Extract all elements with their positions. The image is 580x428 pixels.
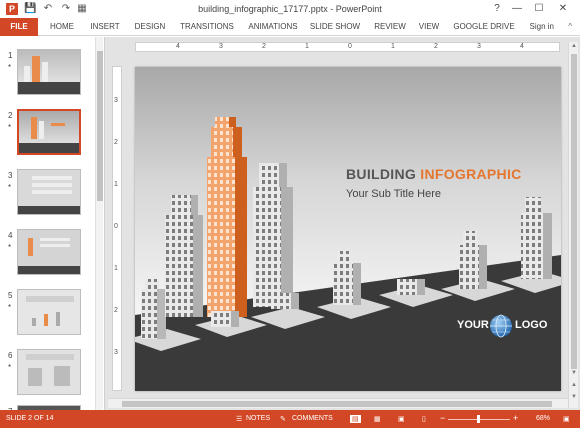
slide-title-main: BUILDING [346, 166, 421, 182]
help-button[interactable]: ? [488, 2, 506, 16]
thumb-number: 1 [8, 51, 13, 60]
ruler-label: 3 [114, 349, 118, 356]
slide-sorter-icon[interactable]: ▦ [374, 415, 381, 423]
slide-subtitle[interactable]: Your Sub Title Here [346, 188, 441, 200]
tab-transitions[interactable]: TRANSITIONS [176, 18, 238, 36]
ruler-label: 2 [114, 139, 118, 146]
thumb-star: * [8, 303, 12, 312]
logo-text-left: YOUR [457, 319, 489, 331]
zoom-level[interactable]: 68% [536, 415, 550, 422]
fit-slide-icon[interactable]: ▣ [563, 415, 570, 423]
tab-view[interactable]: VIEW [414, 18, 444, 36]
ruler-label: 1 [114, 265, 118, 272]
thumb-number: 4 [8, 231, 13, 240]
tab-slide-show[interactable]: SLIDE SHOW [307, 18, 363, 36]
logo-text-right: LOGO [515, 319, 548, 331]
reading-view-icon[interactable]: ▣ [398, 415, 405, 423]
ruler-label: 4 [176, 43, 180, 50]
scroll-thumb[interactable] [571, 54, 577, 369]
notes-button[interactable]: NOTES [246, 415, 270, 422]
slide-thumbnail-4[interactable] [17, 229, 81, 275]
scroll-down-icon[interactable]: ▼ [569, 370, 579, 376]
thumbnails-scrollbar[interactable] [95, 37, 103, 410]
tab-design[interactable]: DESIGN [130, 18, 170, 36]
zoom-out-button[interactable]: − [440, 413, 445, 423]
slide-counter: SLIDE 2 OF 14 [6, 415, 54, 422]
ribbon-collapse-icon[interactable]: ^ [568, 18, 572, 36]
vertical-scrollbar[interactable]: ▲ ▼ ▲ ▼ [568, 42, 578, 408]
slide-canvas[interactable]: BUILDING INFOGRAPHIC Your Sub Title Here… [135, 67, 561, 391]
ruler-label: 0 [114, 223, 118, 230]
ruler-label: 3 [114, 97, 118, 104]
scroll-thumb[interactable] [97, 51, 103, 201]
notes-icon[interactable]: ☰ [236, 415, 242, 423]
slide-thumbnail-6[interactable] [17, 349, 81, 395]
sign-in-link[interactable]: Sign in [530, 18, 554, 36]
tab-google-drive[interactable]: GOOGLE DRIVE [452, 18, 516, 36]
thumb-number: 6 [8, 351, 13, 360]
comments-icon[interactable]: ✎ [280, 415, 286, 423]
thumb-number: 3 [8, 171, 13, 180]
slide-thumbnail-5[interactable] [17, 289, 81, 335]
thumb-number: 5 [8, 291, 13, 300]
close-button[interactable]: ✕ [554, 2, 572, 16]
scroll-up-icon[interactable]: ▲ [569, 43, 579, 49]
thumb-star: * [8, 123, 12, 132]
slide-title[interactable]: BUILDING INFOGRAPHIC [346, 166, 522, 182]
slide-thumbnail-1[interactable] [17, 49, 81, 95]
ruler-label: 1 [114, 181, 118, 188]
ruler-label: 2 [262, 43, 266, 50]
ribbon-tabs: FILE HOME INSERT DESIGN TRANSITIONS ANIM… [0, 18, 580, 36]
ruler-label: 0 [348, 43, 352, 50]
thumb-star: * [8, 183, 12, 192]
slideshow-icon[interactable]: ▯ [422, 415, 426, 423]
thumb-star: * [8, 243, 12, 252]
ruler-label: 3 [477, 43, 481, 50]
normal-view-icon[interactable]: ▤ [350, 415, 361, 423]
horizontal-scrollbar[interactable] [108, 398, 568, 408]
slide-thumbnail-3[interactable] [17, 169, 81, 215]
ruler-label: 4 [520, 43, 524, 50]
title-bar: P 💾 ↶ ↷ ▦ building_infographic_17177.ppt… [0, 0, 580, 18]
slide-thumbnails-pane: 1 * 2 * 3 * 4 * 5 * 6 * [0, 37, 105, 410]
status-bar: SLIDE 2 OF 14 ☰ NOTES ✎ COMMENTS ▤ ▦ ▣ ▯… [0, 410, 580, 428]
scroll-thumb[interactable] [122, 401, 552, 407]
logo[interactable]: YOUR LOGO [457, 317, 547, 337]
tab-home[interactable]: HOME [44, 18, 80, 36]
slide-title-accent: INFOGRAPHIC [420, 166, 522, 182]
tab-file[interactable]: FILE [0, 18, 38, 36]
slide-thumbnail-2[interactable] [17, 109, 81, 155]
building-illustration [135, 117, 561, 391]
previous-slide-icon[interactable]: ▲ [569, 382, 579, 388]
tab-insert[interactable]: INSERT [85, 18, 125, 36]
minimize-button[interactable]: — [508, 2, 526, 16]
zoom-slider-thumb[interactable] [477, 415, 480, 423]
next-slide-icon[interactable]: ▼ [569, 394, 579, 400]
ruler-label: 3 [219, 43, 223, 50]
ruler-label: 1 [305, 43, 309, 50]
thumb-number: 2 [8, 111, 13, 120]
ruler-label: 1 [391, 43, 395, 50]
comments-button[interactable]: COMMENTS [292, 415, 333, 422]
vertical-ruler: 3 2 1 0 1 2 3 [112, 66, 122, 391]
zoom-in-button[interactable]: + [513, 413, 518, 423]
ruler-label: 2 [114, 307, 118, 314]
thumb-star: * [8, 363, 12, 372]
horizontal-ruler: 4 3 2 1 0 1 2 3 4 [135, 42, 560, 52]
thumb-star: * [8, 63, 12, 72]
tab-review[interactable]: REVIEW [370, 18, 410, 36]
ruler-label: 2 [434, 43, 438, 50]
tab-animations[interactable]: ANIMATIONS [244, 18, 302, 36]
maximize-button[interactable]: ☐ [530, 2, 548, 16]
